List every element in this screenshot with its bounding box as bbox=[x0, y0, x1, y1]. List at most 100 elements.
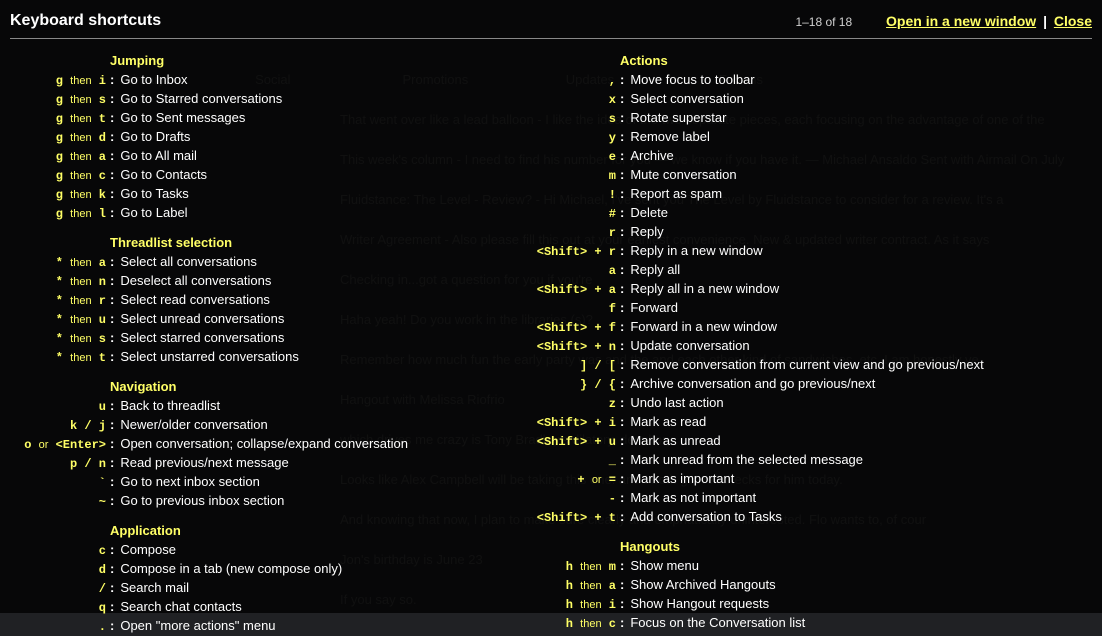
colon: : bbox=[620, 166, 624, 184]
colon: : bbox=[620, 128, 624, 146]
shortcut-keys: f bbox=[510, 300, 616, 318]
shortcut-description: Back to threadlist bbox=[120, 397, 220, 415]
shortcut-keys: <Shift> + a bbox=[510, 281, 616, 299]
shortcut-row: -:Mark as not important bbox=[510, 489, 1090, 508]
shortcut-description: Go to Starred conversations bbox=[120, 90, 282, 108]
colon: : bbox=[620, 299, 624, 317]
shortcut-description: Reply all bbox=[630, 261, 680, 279]
shortcut-description: Mark as unread bbox=[630, 432, 720, 450]
overlay-header-right: 1–18 of 18 Open in a new window | Close bbox=[795, 13, 1092, 29]
colon: : bbox=[620, 318, 624, 336]
shortcut-keys: ! bbox=[510, 186, 616, 204]
shortcut-row: ,:Move focus to toolbar bbox=[510, 71, 1090, 90]
shortcut-section: Navigationu:Back to threadlistk / j:Newe… bbox=[10, 379, 510, 511]
colon: : bbox=[110, 473, 114, 491]
shortcut-keys: m bbox=[510, 167, 616, 185]
shortcut-keys: z bbox=[510, 395, 616, 413]
colon: : bbox=[110, 147, 114, 165]
shortcut-column-left: Jumpingg then i:Go to Inboxg then s:Go t… bbox=[10, 53, 510, 636]
shortcut-keys: g then l bbox=[10, 205, 106, 223]
colon: : bbox=[620, 375, 624, 393]
shortcut-description: Select all conversations bbox=[120, 253, 257, 271]
shortcut-keys: e bbox=[510, 148, 616, 166]
section-title: Jumping bbox=[110, 53, 510, 68]
shortcut-keys: / bbox=[10, 580, 106, 598]
shortcut-description: Go to Inbox bbox=[120, 71, 187, 89]
shortcut-keys: y bbox=[510, 129, 616, 147]
section-title: Navigation bbox=[110, 379, 510, 394]
shortcut-description: Go to Drafts bbox=[120, 128, 190, 146]
shortcut-description: Mute conversation bbox=[630, 166, 736, 184]
shortcut-keys: g then d bbox=[10, 129, 106, 147]
shortcut-row: h then c:Focus on the Conversation list bbox=[510, 614, 1090, 633]
shortcut-overlay: Keyboard shortcuts 1–18 of 18 Open in a … bbox=[0, 0, 1102, 613]
colon: : bbox=[620, 90, 624, 108]
section-title: Threadlist selection bbox=[110, 235, 510, 250]
shortcut-row: r:Reply bbox=[510, 223, 1090, 242]
shortcut-keys: + or = bbox=[510, 471, 616, 489]
shortcut-row: !:Report as spam bbox=[510, 185, 1090, 204]
colon: : bbox=[110, 579, 114, 597]
shortcut-description: Mark as important bbox=[630, 470, 734, 488]
shortcut-row: ~:Go to previous inbox section bbox=[10, 492, 510, 511]
shortcut-row: u:Back to threadlist bbox=[10, 397, 510, 416]
section-title: Hangouts bbox=[620, 539, 1090, 554]
shortcut-row: m: Mute conversation bbox=[510, 166, 1090, 185]
shortcut-description: Rotate superstar bbox=[630, 109, 726, 127]
shortcut-description: Forward in a new window bbox=[630, 318, 777, 336]
shortcut-row: <Shift> + u:Mark as unread bbox=[510, 432, 1090, 451]
shortcut-keys: u bbox=[10, 398, 106, 416]
shortcut-row: _:Mark unread from the selected message bbox=[510, 451, 1090, 470]
shortcut-keys: g then s bbox=[10, 91, 106, 109]
shortcut-description: Update conversation bbox=[630, 337, 749, 355]
shortcut-keys: g then c bbox=[10, 167, 106, 185]
shortcut-row: g then l:Go to Label bbox=[10, 204, 510, 223]
shortcut-row: h then m:Show menu bbox=[510, 557, 1090, 576]
colon: : bbox=[110, 204, 114, 222]
shortcut-description: Go to Sent messages bbox=[120, 109, 245, 127]
shortcut-row: <Shift> + a:Reply all in a new window bbox=[510, 280, 1090, 299]
shortcut-row: * then s:Select starred conversations bbox=[10, 329, 510, 348]
colon: : bbox=[620, 280, 624, 298]
shortcut-keys: h then i bbox=[510, 596, 616, 614]
shortcut-row: h then a:Show Archived Hangouts bbox=[510, 576, 1090, 595]
shortcut-keys: * then t bbox=[10, 349, 106, 367]
shortcut-row: * then r:Select read conversations bbox=[10, 291, 510, 310]
overlay-title: Keyboard shortcuts bbox=[10, 12, 161, 30]
shortcut-row: g then a:Go to All mail bbox=[10, 147, 510, 166]
close-link[interactable]: Close bbox=[1054, 13, 1092, 29]
colon: : bbox=[620, 413, 624, 431]
shortcut-description: Archive conversation and go previous/nex… bbox=[630, 375, 875, 393]
shortcut-keys: . bbox=[10, 618, 106, 636]
shortcut-row: <Shift> + i:Mark as read bbox=[510, 413, 1090, 432]
colon: : bbox=[110, 253, 114, 271]
shortcut-description: Remove label bbox=[630, 128, 710, 146]
shortcut-description: Archive bbox=[630, 147, 673, 165]
shortcut-description: Go to Contacts bbox=[120, 166, 207, 184]
shortcut-description: Add conversation to Tasks bbox=[630, 508, 782, 526]
shortcut-description: Show Archived Hangouts bbox=[630, 576, 775, 594]
shortcut-keys: * then u bbox=[10, 311, 106, 329]
shortcut-description: Mark as read bbox=[630, 413, 706, 431]
shortcut-row: ] / [:Remove conversation from current v… bbox=[510, 356, 1090, 375]
shortcut-row: y: Remove label bbox=[510, 128, 1090, 147]
shortcut-description: Go to All mail bbox=[120, 147, 197, 165]
shortcut-row: <Shift> + n:Update conversation bbox=[510, 337, 1090, 356]
shortcut-row: g then c:Go to Contacts bbox=[10, 166, 510, 185]
shortcut-row: <Shift> + f:Forward in a new window bbox=[510, 318, 1090, 337]
shortcut-keys: h then c bbox=[510, 615, 616, 633]
colon: : bbox=[620, 356, 624, 374]
open-new-window-link[interactable]: Open in a new window bbox=[886, 13, 1036, 29]
shortcut-row: } / {:Archive conversation and go previo… bbox=[510, 375, 1090, 394]
shortcut-keys: q bbox=[10, 599, 106, 617]
shortcut-keys: <Shift> + u bbox=[510, 433, 616, 451]
shortcut-row: `:Go to next inbox section bbox=[10, 473, 510, 492]
shortcut-keys: ] / [ bbox=[510, 357, 616, 375]
shortcut-row: * then a:Select all conversations bbox=[10, 253, 510, 272]
shortcut-description: Undo last action bbox=[630, 394, 723, 412]
colon: : bbox=[110, 185, 114, 203]
shortcut-keys: k / j bbox=[10, 417, 106, 435]
colon: : bbox=[110, 617, 114, 635]
colon: : bbox=[620, 508, 624, 526]
shortcut-keys: <Shift> + n bbox=[510, 338, 616, 356]
